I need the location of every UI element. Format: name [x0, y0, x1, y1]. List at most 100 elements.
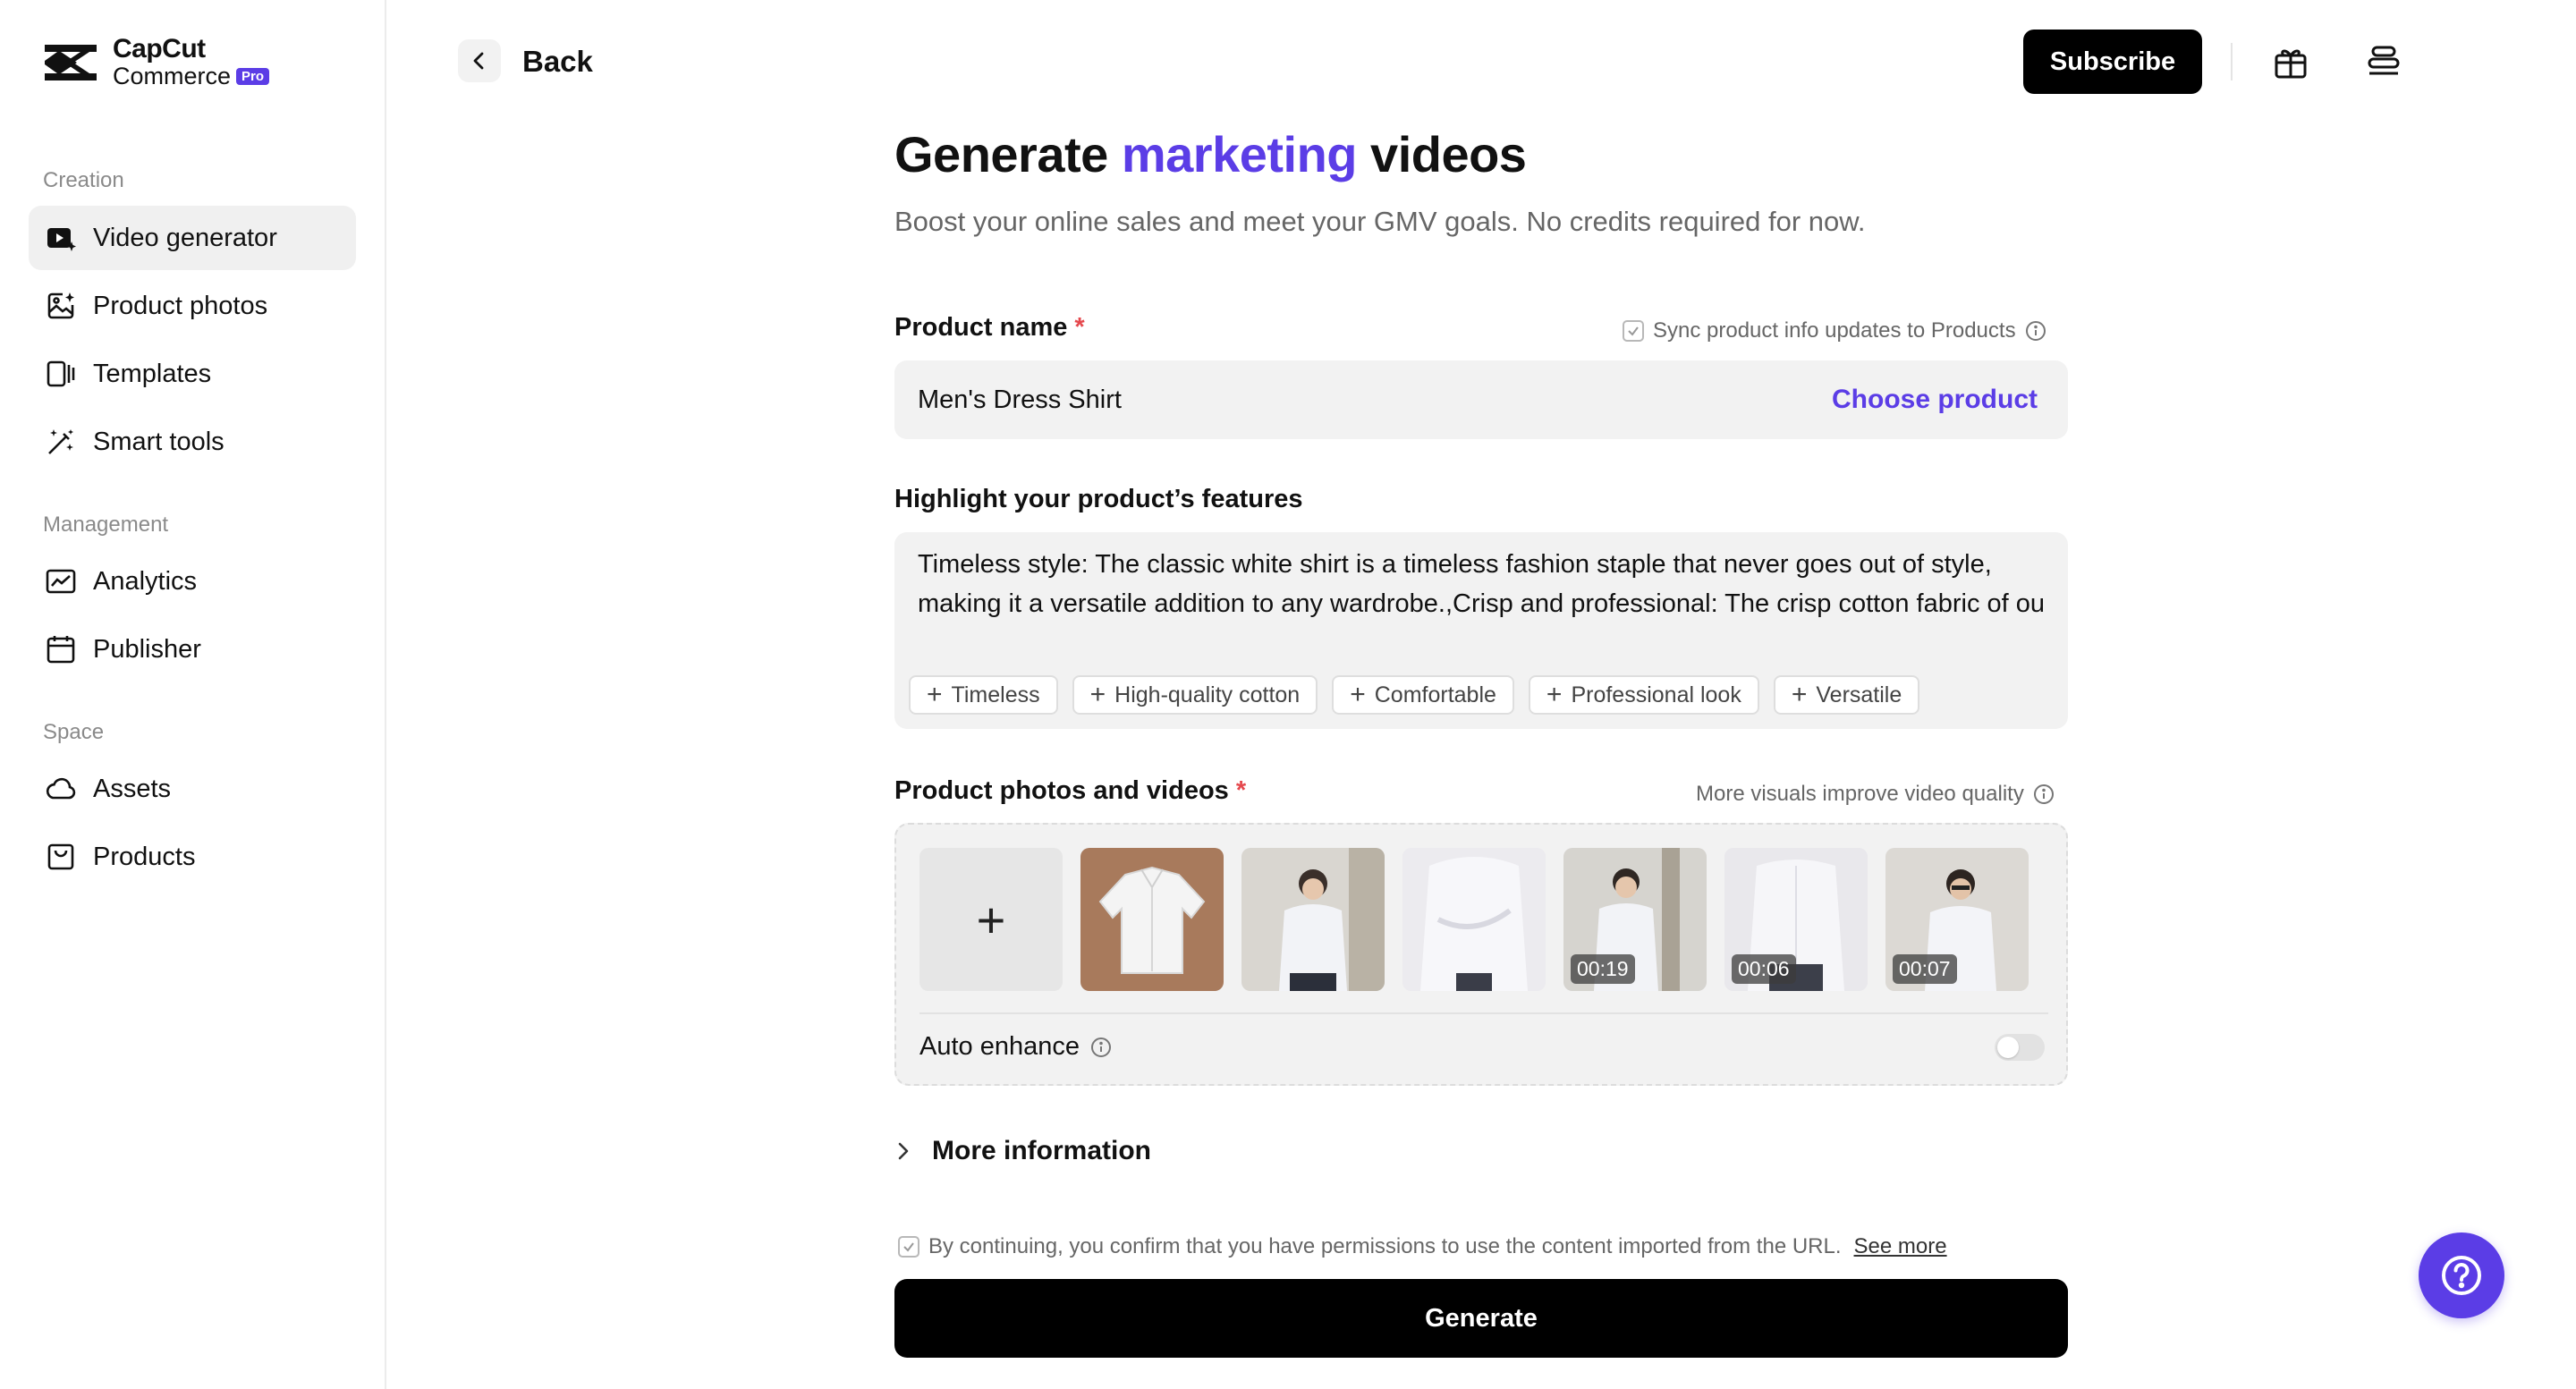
consent-text: By continuing, you confirm that you have…	[928, 1234, 1842, 1258]
product-name-field[interactable]: Men's Dress Shirt Choose product	[894, 360, 2068, 439]
title-pre: Generate	[894, 126, 1122, 182]
product-name-label: Product name *	[894, 313, 1085, 343]
feature-tag[interactable]: + Timeless	[909, 675, 1058, 715]
question-mark-icon	[2442, 1256, 2481, 1295]
media-hint-text: More visuals improve video quality	[1696, 782, 2024, 806]
sidebar-item-analytics[interactable]: Analytics	[29, 549, 356, 614]
auto-enhance-label: Auto enhance	[919, 1032, 1080, 1061]
sidebar-item-video-generator[interactable]: Video generator	[29, 206, 356, 270]
product-photos-icon	[47, 292, 74, 319]
shirt-photo-thumbnail	[1080, 848, 1224, 991]
brand-subname: Commerce	[113, 63, 232, 89]
auto-enhance-row: Auto enhance	[919, 1032, 1112, 1062]
media-quality-hint: More visuals improve video quality	[1696, 782, 2055, 807]
sidebar-item-publisher[interactable]: Publisher	[29, 617, 356, 682]
page-subtitle: Boost your online sales and meet your GM…	[894, 206, 1866, 237]
toggle-knob	[1997, 1037, 2019, 1058]
media-thumbnail[interactable]: 00:06	[1724, 848, 1868, 991]
title-accent: marketing	[1121, 126, 1358, 182]
back-button[interactable]	[458, 39, 501, 82]
sync-product-hint: Sync product info updates to Products	[1623, 318, 2046, 343]
check-icon	[1628, 326, 1639, 336]
features-textarea[interactable]: Timeless style: The classic white shirt …	[894, 532, 2068, 729]
brand-name: CapCut	[113, 34, 206, 64]
back-label[interactable]: Back	[522, 45, 593, 79]
sidebar-item-label: Assets	[93, 774, 172, 803]
model-photo-thumbnail	[1241, 848, 1385, 991]
video-duration: 00:06	[1732, 954, 1796, 984]
media-thumbnail[interactable]: 00:07	[1885, 848, 2029, 991]
chevron-left-icon	[473, 52, 484, 70]
media-thumbnail[interactable]	[1402, 848, 1546, 991]
tag-label: Comfortable	[1374, 682, 1496, 707]
add-media-button[interactable]: +	[919, 848, 1063, 991]
sidebar-item-label: Publisher	[93, 634, 201, 664]
sidebar-item-assets[interactable]: Assets	[29, 757, 356, 821]
check-icon	[903, 1242, 914, 1252]
sidebar-item-label: Video generator	[93, 223, 277, 252]
video-duration: 00:07	[1893, 954, 1957, 984]
sidebar-item-label: Analytics	[93, 566, 198, 596]
video-generator-icon	[47, 228, 76, 251]
auto-enhance-toggle[interactable]	[1995, 1034, 2045, 1061]
sidebar: CapCut Commerce Pro Creation Video gener…	[0, 0, 386, 1389]
media-label: Product photos and videos *	[894, 776, 1246, 806]
help-button[interactable]	[2419, 1232, 2504, 1318]
features-label: Highlight your product’s features	[894, 485, 1303, 513]
subscribe-button[interactable]: Subscribe	[2023, 30, 2202, 94]
info-icon[interactable]	[1090, 1037, 1112, 1058]
section-label-creation: Creation	[43, 168, 124, 192]
tag-label: High-quality cotton	[1114, 682, 1301, 707]
sync-checkbox[interactable]	[1623, 320, 1644, 342]
choose-product-button[interactable]: Choose product	[1832, 385, 2038, 415]
feature-tag[interactable]: + Comfortable	[1332, 675, 1514, 715]
product-name-label-text: Product name	[894, 313, 1068, 342]
capcut-commerce-logo[interactable]: CapCut Commerce Pro	[41, 34, 270, 89]
pro-badge: Pro	[236, 68, 270, 85]
plus-icon: +	[927, 680, 943, 709]
more-information-toggle[interactable]: More information	[894, 1136, 1151, 1166]
magic-wand-icon	[48, 429, 73, 454]
see-more-link[interactable]: See more	[1854, 1234, 1947, 1259]
sidebar-item-smart-tools[interactable]: Smart tools	[29, 410, 356, 474]
consent-checkbox[interactable]	[898, 1236, 919, 1258]
sidebar-item-templates[interactable]: Templates	[29, 342, 356, 406]
media-divider	[919, 1012, 2048, 1014]
feature-tag[interactable]: + High-quality cotton	[1072, 675, 1318, 715]
plus-icon: +	[1791, 680, 1808, 709]
media-label-text: Product photos and videos	[894, 776, 1229, 805]
required-mark: *	[1074, 313, 1085, 342]
info-icon[interactable]	[2033, 783, 2055, 805]
plus-icon: +	[1546, 680, 1563, 709]
media-thumbnail[interactable]	[1241, 848, 1385, 991]
tag-label: Professional look	[1571, 682, 1741, 707]
feature-tag[interactable]: + Professional look	[1528, 675, 1759, 715]
sidebar-item-label: Templates	[93, 359, 212, 388]
consent-row: By continuing, you confirm that you have…	[898, 1234, 1947, 1259]
media-thumbnail[interactable]	[1080, 848, 1224, 991]
sidebar-item-products[interactable]: Products	[29, 825, 356, 889]
chevron-right-icon	[898, 1142, 909, 1160]
required-mark: *	[1235, 776, 1247, 805]
model-photo-thumbnail	[1402, 848, 1546, 991]
sidebar-item-label: Smart tools	[93, 427, 225, 456]
section-label-management: Management	[43, 512, 169, 537]
layers-menu-icon[interactable]	[2365, 43, 2402, 80]
section-label-space: Space	[43, 720, 105, 744]
sidebar-item-label: Products	[93, 842, 196, 871]
sidebar-item-product-photos[interactable]: Product photos	[29, 274, 356, 338]
calendar-icon	[47, 636, 75, 664]
media-thumbnail[interactable]: 00:19	[1563, 848, 1707, 991]
media-upload-area: + 00:19 00:06 00:07 Auto enhance	[894, 823, 2068, 1086]
templates-icon	[47, 360, 75, 387]
gift-icon[interactable]	[2272, 43, 2309, 80]
plus-icon: +	[1350, 680, 1366, 709]
feature-tag[interactable]: + Versatile	[1773, 675, 1920, 715]
generate-button[interactable]: Generate	[894, 1279, 2068, 1358]
bag-icon	[47, 843, 74, 870]
analytics-icon	[46, 569, 76, 594]
page-title: Generate marketing videos	[894, 125, 1527, 183]
video-duration: 00:19	[1571, 954, 1635, 984]
info-icon[interactable]	[2025, 320, 2046, 342]
feature-tags: + Timeless + High-quality cotton + Comforta…	[909, 675, 1920, 715]
